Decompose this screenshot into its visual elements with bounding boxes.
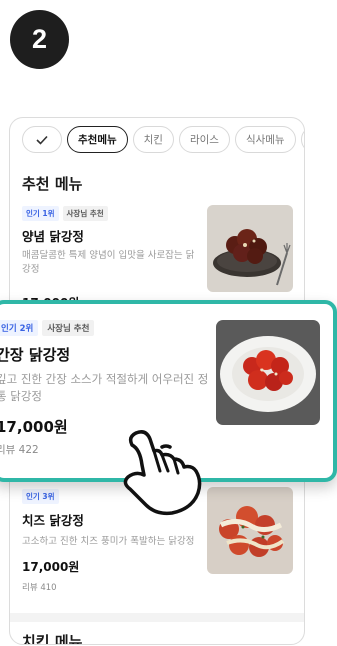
rank-tag: 인기 1위: [22, 206, 59, 221]
menu-item-image-yangnyeom[interactable]: [207, 205, 293, 292]
category-chip-rice[interactable]: 라이스: [178, 126, 230, 153]
category-chip-chicken[interactable]: 치킨: [132, 126, 174, 153]
section-divider: [10, 613, 304, 622]
tag-row: 인기 1위 사장님 추천: [22, 206, 198, 221]
step-number-badge: 2: [10, 10, 69, 69]
rank-tag: 인기 3위: [22, 489, 59, 504]
tap-hand-icon: [123, 430, 202, 516]
item-description: 매콤달콤한 특제 양념이 입맛을 사로잡는 닭강정: [22, 250, 195, 276]
category-chip-check[interactable]: [22, 126, 62, 153]
item-price: 17,000원: [22, 560, 80, 575]
menu-item-yangnyeom[interactable]: 인기 1위 사장님 추천 양념 닭강정 매콤달콤한 특제 양념이 입맛을 사로잡…: [22, 206, 198, 311]
category-chip-recommended[interactable]: 추천메뉴: [67, 126, 128, 153]
item-description: 깊고 진한 간장 소스가 적절하게 어우러진 정통 닭강정: [0, 372, 209, 404]
item-name: 간장 닭강정: [0, 346, 71, 364]
tag-row: 인기 2위 사장님 추천: [0, 320, 211, 336]
section-title-recommended: 추천 메뉴: [22, 175, 83, 193]
menu-item-image-cheese[interactable]: [207, 487, 293, 574]
category-chip-more[interactable]: 식: [300, 126, 304, 153]
menu-item-image-ganjang[interactable]: [216, 320, 320, 425]
step-number: 2: [31, 24, 48, 54]
item-review-count: 리뷰 410: [22, 583, 57, 594]
category-chip-bar[interactable]: 추천메뉴 치킨 라이스 식사메뉴 식: [22, 126, 304, 153]
category-chip-meal[interactable]: 식사메뉴: [234, 126, 296, 153]
item-name: 양념 닭강정: [22, 229, 84, 244]
item-description: 고소하고 진한 치즈 풍미가 폭발하는 닭강정: [22, 536, 195, 547]
section-title-chicken: 치킨 메뉴: [22, 633, 83, 645]
owner-recommend-tag: 사장님 추천: [42, 320, 95, 336]
owner-recommend-tag: 사장님 추천: [62, 206, 108, 221]
rank-tag: 인기 2위: [0, 320, 39, 336]
check-icon: [36, 135, 48, 145]
